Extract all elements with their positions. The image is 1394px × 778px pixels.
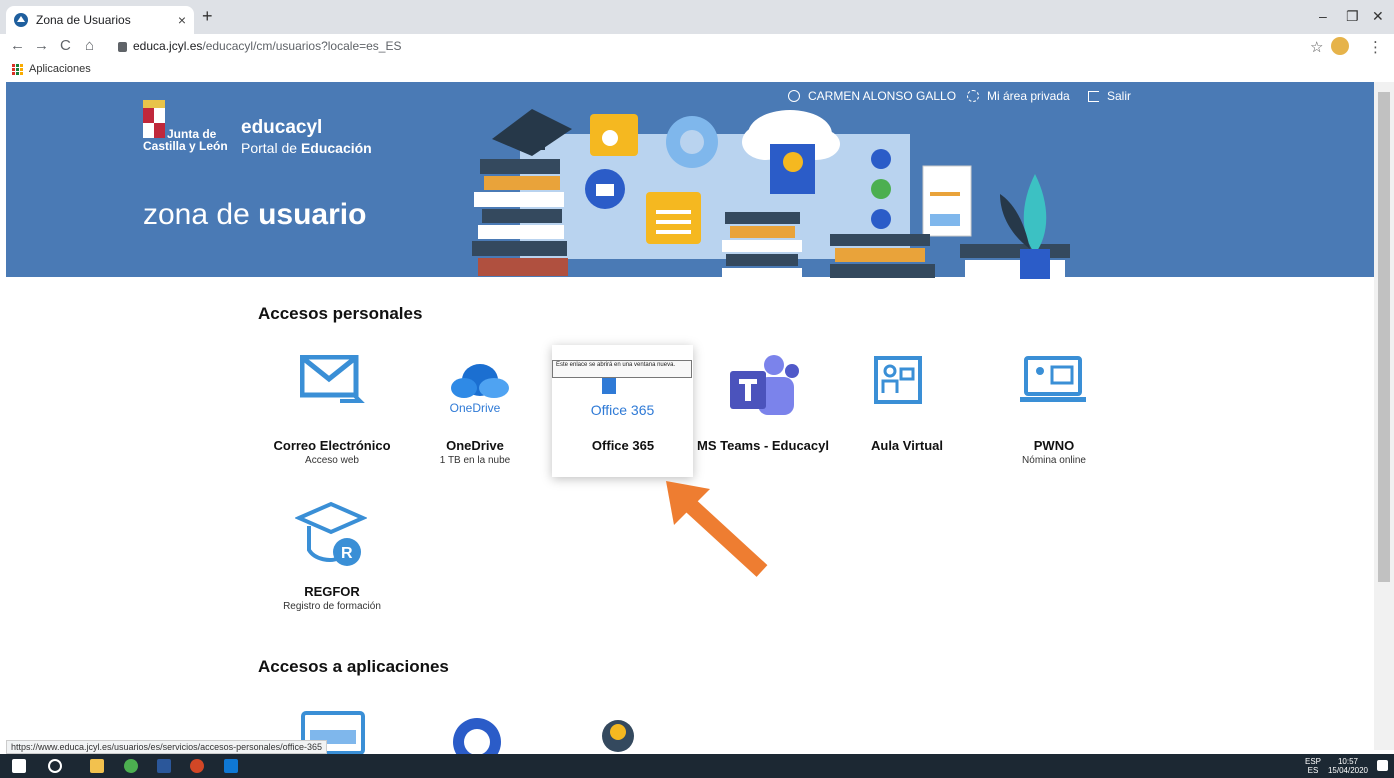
scrollbar-thumb[interactable] <box>1378 92 1390 582</box>
access-title: OneDrive <box>446 438 504 453</box>
browser-chrome: Zona de Usuarios × + – ❐ ✕ ← → C ⌂ educa… <box>0 0 1394 82</box>
maximize-icon[interactable]: ❐ <box>1346 8 1359 25</box>
access-subtitle: Acceso web <box>305 455 359 466</box>
section-heading-personal: Accesos personales <box>258 304 423 323</box>
reload-icon[interactable]: C <box>60 37 71 54</box>
teams-icon[interactable] <box>728 353 800 418</box>
classroom-board-icon[interactable] <box>873 355 923 405</box>
access-title: Aula Virtual <box>870 438 943 453</box>
new-tab-button[interactable]: + <box>202 6 213 27</box>
access-aula-virtual[interactable]: Aula Virtual <box>832 438 982 453</box>
access-pwno[interactable]: PWNO Nómina online <box>979 438 1129 466</box>
windows-taskbar <box>0 754 1394 778</box>
app-icon-3[interactable] <box>596 706 646 754</box>
status-url: https://www.educa.jcyl.es/usuarios/es/se… <box>6 740 327 754</box>
home-icon[interactable]: ⌂ <box>85 37 94 54</box>
site-name[interactable]: educacyl <box>241 117 322 139</box>
onedrive-logo-text: OneDrive <box>449 401 501 415</box>
portal-subtitle: Portal de Educación <box>241 140 372 156</box>
access-title: Correo Electrónico <box>273 438 391 453</box>
access-title: REGFOR <box>304 584 360 599</box>
lock-icon <box>118 41 127 52</box>
tab-close-icon[interactable]: × <box>178 12 186 28</box>
forward-icon[interactable]: → <box>34 37 49 54</box>
svg-text:R: R <box>341 545 353 562</box>
profile-avatar[interactable] <box>1331 37 1349 55</box>
windows-start-icon[interactable] <box>12 759 26 773</box>
access-subtitle: Registro de formación <box>283 601 381 612</box>
office365-logo-text: Office 365 <box>590 402 655 418</box>
access-title: Office 365 <box>591 438 655 453</box>
close-window-icon[interactable]: ✕ <box>1372 8 1384 25</box>
brand-line2: Castilla y León <box>143 139 228 153</box>
regfor-graduation-icon[interactable]: R <box>295 500 367 568</box>
url-host: educa.jcyl.es <box>133 39 203 53</box>
access-title: MS Teams - Educacyl <box>697 438 829 453</box>
email-icon[interactable] <box>300 355 365 410</box>
page-scrollbar[interactable] <box>1374 82 1394 750</box>
access-onedrive[interactable]: OneDrive 1 TB en la nube <box>400 438 550 466</box>
banner-illustration <box>472 109 1070 282</box>
app-icon-2[interactable] <box>447 716 507 754</box>
tab-zona-de-usuarios[interactable]: Zona de Usuarios × <box>6 6 194 34</box>
bookmark-star-icon[interactable]: ☆ <box>1310 38 1323 56</box>
access-regfor[interactable]: REGFOR Registro de formación <box>257 584 407 612</box>
access-office365[interactable]: Office 365 <box>548 438 698 453</box>
access-title: PWNO <box>1033 438 1075 453</box>
access-correo[interactable]: Correo Electrónico Acceso web <box>257 438 407 466</box>
powerpoint-icon[interactable] <box>190 759 204 773</box>
portal-bold: Educación <box>300 140 372 156</box>
chrome-icon[interactable] <box>124 759 138 773</box>
onedrive-cloud-icon[interactable] <box>450 360 510 400</box>
url-path: /educacyl/cm/usuarios?locale=es_ES <box>202 39 402 53</box>
access-subtitle: Nómina online <box>1022 455 1086 466</box>
portal-prefix: Portal de <box>241 140 301 156</box>
taskbar-clock[interactable]: 10:57 15/04/2020 <box>1324 757 1372 775</box>
address-bar[interactable]: educa.jcyl.es/educacyl/cm/usuarios?local… <box>118 39 401 53</box>
bookmark-apps-label: Aplicaciones <box>29 63 91 75</box>
access-teams[interactable]: MS Teams - Educacyl <box>688 438 838 453</box>
access-subtitle: 1 TB en la nube <box>439 455 511 466</box>
tooltip: Este enlace se abrirá en una ventana nue… <box>552 360 692 378</box>
minimize-icon[interactable]: – <box>1319 8 1327 24</box>
bookmark-apps[interactable]: Aplicaciones <box>12 60 91 78</box>
outlook-icon[interactable] <box>224 759 238 773</box>
orange-arrow-icon <box>666 481 768 577</box>
notifications-icon[interactable] <box>1377 760 1388 771</box>
clock-date: 15/04/2020 <box>1327 766 1369 775</box>
jcyl-brand[interactable]: Junta de Castilla y León <box>143 128 228 152</box>
apps-grid-icon <box>12 63 23 75</box>
payroll-laptop-icon[interactable] <box>1018 355 1088 405</box>
file-explorer-icon[interactable] <box>90 759 104 773</box>
clock-time: 10:57 <box>1337 757 1359 766</box>
section-heading-apps: Accesos a aplicaciones <box>258 657 449 676</box>
browser-menu-icon[interactable]: ⋮ <box>1368 38 1383 56</box>
zona-bold: usuario <box>258 198 367 231</box>
word-icon[interactable] <box>157 759 171 773</box>
search-icon[interactable] <box>48 759 62 773</box>
tab-title: Zona de Usuarios <box>36 13 131 27</box>
page-title: zona de usuario <box>143 198 366 232</box>
back-icon[interactable]: ← <box>10 37 25 54</box>
office-logo-icon <box>602 378 616 394</box>
favicon-icon <box>14 13 28 27</box>
zona-prefix: zona de <box>143 198 259 231</box>
